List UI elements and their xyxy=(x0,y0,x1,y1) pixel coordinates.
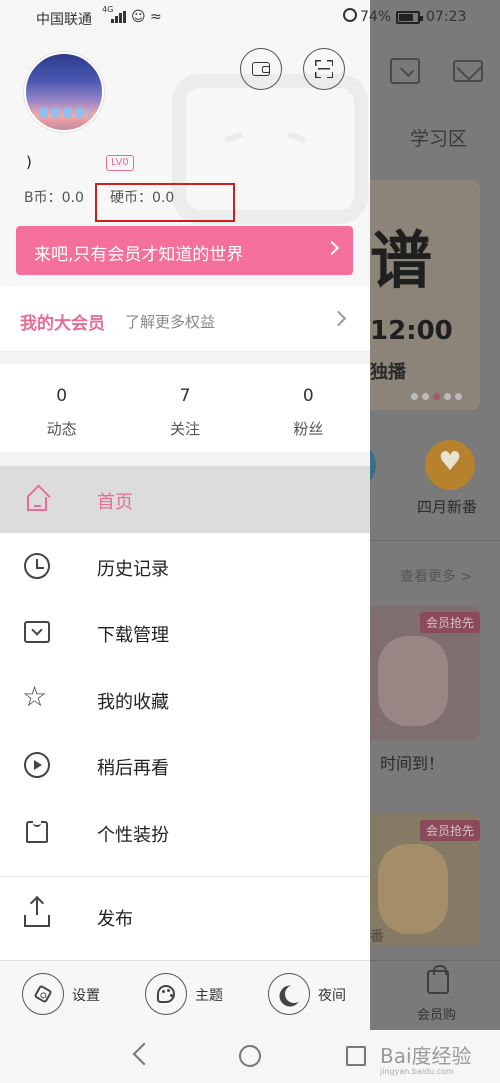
menu-item-label: 历史记录 xyxy=(97,558,169,580)
vip-badge: 会员抢先 xyxy=(419,820,480,841)
stat-label: 关注 xyxy=(169,420,200,438)
watermark-text: Bai度经验 xyxy=(380,1044,472,1068)
stat-value: 7 xyxy=(179,386,191,406)
banner-live: 独播 xyxy=(370,362,406,383)
stat-label: 动态 xyxy=(46,420,77,438)
profile-stats: 0 动态 7 关注 0 粉丝 xyxy=(0,364,370,452)
username[interactable]: ) xyxy=(26,153,33,171)
menu-item-label: 首页 xyxy=(97,492,133,513)
theme-button[interactable]: 主题 xyxy=(145,973,235,1015)
signal-icon xyxy=(111,11,127,23)
settings-label: 设置 xyxy=(72,988,100,1004)
battery-percent: 74% xyxy=(360,9,392,25)
download-icon xyxy=(24,621,50,644)
theme-label: 主题 xyxy=(195,988,223,1004)
vip-promo-text: 来吧,只有会员才知道的世界 xyxy=(34,245,244,265)
menu-item-publish[interactable]: 发布 xyxy=(0,883,370,950)
menu-item-label: 个性装扮 xyxy=(97,824,169,846)
stat-label: 粉丝 xyxy=(293,420,324,438)
upload-icon xyxy=(24,898,50,927)
navigation-drawer: ) LV0 B币：0.0 硬币：0.0 来吧,只有会员才知道的世界 我的大会员 … xyxy=(0,36,370,1030)
alipay-icon: ≈ xyxy=(150,9,162,25)
scan-icon xyxy=(315,60,333,78)
bottom-tab-shop: 会员购 xyxy=(417,1008,457,1023)
drawer-footer: 设置 主题 夜间 xyxy=(0,960,370,1030)
card-thumbnail xyxy=(378,844,448,934)
carousel-dots xyxy=(411,393,462,400)
vip-promo-banner[interactable]: 来吧,只有会员才知道的世界 xyxy=(16,226,353,275)
alarm-icon xyxy=(343,8,357,22)
chevron-right-icon xyxy=(330,310,347,327)
mail-icon xyxy=(453,60,483,82)
status-bar: 中国联通 4G ☺ ≈ 74% 07:23 xyxy=(0,0,500,36)
night-mode-label: 夜间 xyxy=(318,988,346,1004)
carrier-name: 中国联通 xyxy=(36,12,92,28)
vip-membership-row[interactable]: 我的大会员 了解更多权益 xyxy=(0,286,370,352)
profile-header: ) LV0 B币：0.0 硬币：0.0 来吧,只有会员才知道的世界 xyxy=(0,36,370,286)
home-icon xyxy=(27,497,47,511)
shopping-bag-icon xyxy=(427,965,449,994)
heart-icon xyxy=(425,440,475,490)
b-coin-balance[interactable]: B币：0.0 xyxy=(24,187,84,207)
card-subtitle: 番 xyxy=(370,929,384,945)
card-thumbnail xyxy=(378,636,448,726)
history-icon xyxy=(24,552,50,579)
tab-study: 学习区 xyxy=(410,128,468,150)
level-badge: LV0 xyxy=(106,155,134,171)
drawer-menu: 首页 历史记录 下载管理 ☆ 我的收藏 稍后再看 个性装扮 发布 xyxy=(0,466,370,949)
wallet-icon xyxy=(252,62,270,76)
annotation-highlight xyxy=(95,183,235,222)
battery-icon xyxy=(396,11,423,24)
see-more-link: 查看更多 > xyxy=(400,569,473,585)
watermark: Bai度经验 jingyan.baidu.com xyxy=(380,1040,472,1076)
category-label: 四月新番 xyxy=(417,498,478,516)
menu-item-home[interactable]: 首页 xyxy=(0,466,370,533)
menu-item-label: 下载管理 xyxy=(97,625,169,647)
banner-time: 12:00 xyxy=(370,316,453,346)
watch-later-icon xyxy=(24,752,50,779)
clock: 07:23 xyxy=(426,9,467,25)
moon-icon xyxy=(285,985,303,1003)
menu-item-label: 发布 xyxy=(97,908,133,930)
palette-icon xyxy=(157,985,175,1003)
anime-card: 会员抢先 xyxy=(370,606,480,740)
menu-item-watch-later[interactable]: 稍后再看 xyxy=(0,732,370,799)
promo-banner: 谱 12:00 独播 xyxy=(370,180,480,410)
scan-button[interactable] xyxy=(303,48,345,90)
shirt-icon xyxy=(26,820,48,843)
menu-item-theme-dress[interactable]: 个性装扮 xyxy=(0,799,370,866)
card-caption: 时间到！ xyxy=(380,754,445,773)
gear-icon xyxy=(33,984,53,1004)
wechat-icon: ☺ xyxy=(131,9,146,25)
star-icon: ☆ xyxy=(22,679,48,713)
stat-dynamics[interactable]: 0 动态 xyxy=(0,364,123,452)
divider xyxy=(0,875,370,877)
settings-button[interactable]: 设置 xyxy=(22,973,112,1015)
menu-item-history[interactable]: 历史记录 xyxy=(0,533,370,600)
stat-following[interactable]: 7 关注 xyxy=(123,364,246,452)
chevron-right-icon xyxy=(324,240,340,256)
avatar[interactable] xyxy=(24,52,104,132)
recent-apps-icon[interactable] xyxy=(346,1046,366,1066)
menu-item-label: 稍后再看 xyxy=(97,758,169,780)
stat-value: 0 xyxy=(56,386,68,406)
night-mode-button[interactable]: 夜间 xyxy=(268,973,358,1015)
menu-item-downloads[interactable]: 下载管理 xyxy=(0,599,370,666)
vip-title: 我的大会员 xyxy=(20,314,105,334)
vip-subtitle: 了解更多权益 xyxy=(125,313,216,331)
menu-item-label: 我的收藏 xyxy=(97,691,169,713)
banner-title: 谱 xyxy=(370,224,433,297)
download-icon xyxy=(390,58,420,84)
anime-card: 会员抢先 xyxy=(370,814,480,946)
wallet-button[interactable] xyxy=(240,48,282,90)
divider xyxy=(370,540,500,541)
vip-badge: 会员抢先 xyxy=(419,612,480,633)
home-circle-icon[interactable] xyxy=(239,1045,261,1067)
watermark-url: jingyan.baidu.com xyxy=(380,1067,454,1076)
stat-value: 0 xyxy=(302,386,314,406)
stat-fans[interactable]: 0 粉丝 xyxy=(247,364,370,452)
menu-item-favorites[interactable]: ☆ 我的收藏 xyxy=(0,666,370,733)
